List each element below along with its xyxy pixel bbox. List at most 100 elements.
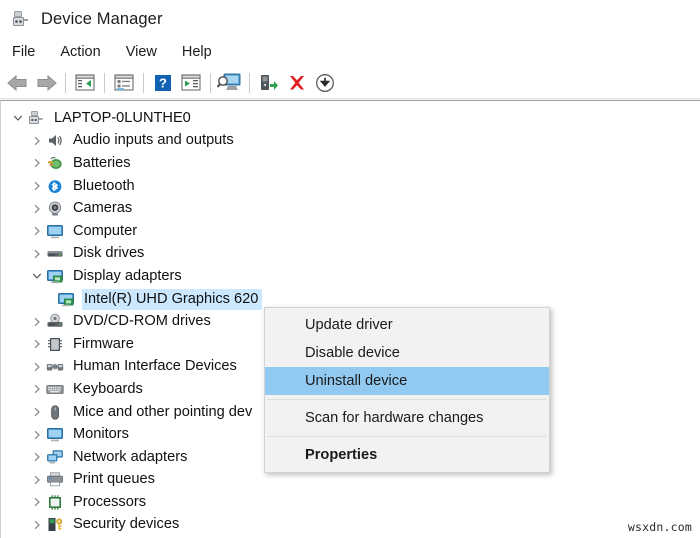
tree-item-label: Print queues: [71, 469, 159, 490]
tree-item-label: Firmware: [71, 334, 138, 355]
tree-item-label: Disk drives: [71, 243, 148, 264]
printer-icon: [45, 471, 65, 489]
tree-item-label: Mice and other pointing dev: [71, 402, 256, 423]
chevron-right-icon[interactable]: [28, 198, 45, 220]
tree-item-computer[interactable]: Computer: [1, 220, 700, 243]
scan-hardware-changes-icon[interactable]: [216, 69, 244, 97]
chevron-right-icon[interactable]: [28, 220, 45, 242]
camera-icon: [45, 200, 65, 218]
keyboard-icon: [45, 380, 65, 398]
chevron-down-icon[interactable]: [9, 107, 26, 129]
show-hide-action-pane-icon[interactable]: [177, 69, 205, 97]
menu-help[interactable]: Help: [182, 42, 224, 62]
ctx-properties[interactable]: Properties: [265, 441, 549, 469]
back-arrow-icon[interactable]: [4, 69, 32, 97]
security-device-icon: [45, 516, 65, 534]
tree-item-label: Computer: [71, 221, 141, 242]
menu-action[interactable]: Action: [60, 42, 112, 62]
device-context-menu[interactable]: Update driver Disable device Uninstall d…: [264, 307, 550, 473]
toolbar-separator: [210, 73, 211, 93]
show-hide-console-tree-icon[interactable]: [71, 69, 99, 97]
battery-icon: [45, 154, 65, 172]
tree-item-bluetooth[interactable]: Bluetooth: [1, 175, 700, 198]
chevron-right-icon[interactable]: [28, 424, 45, 446]
menu-file[interactable]: File: [12, 42, 47, 62]
window-title: Device Manager: [41, 10, 163, 29]
tree-item-label: Bluetooth: [71, 176, 139, 197]
update-driver-icon[interactable]: [255, 69, 283, 97]
chevron-right-icon[interactable]: [28, 356, 45, 378]
chevron-right-icon[interactable]: [28, 243, 45, 265]
chevron-right-icon[interactable]: [28, 401, 45, 423]
tree-item-cameras[interactable]: Cameras: [1, 197, 700, 220]
network-adapter-icon: [45, 448, 65, 466]
disk-drive-icon: [45, 245, 65, 263]
chevron-right-icon[interactable]: [28, 378, 45, 400]
chevron-right-icon[interactable]: [28, 491, 45, 513]
tree-item-security-devices[interactable]: Security devices: [1, 514, 700, 537]
tree-item-label: Cameras: [71, 198, 136, 219]
tree-item-label: Network adapters: [71, 447, 191, 468]
ctx-uninstall-device[interactable]: Uninstall device: [265, 367, 549, 395]
firmware-icon: [45, 335, 65, 353]
dvd-drive-icon: [45, 313, 65, 331]
tree-item-audio-inputs-and-outputs[interactable]: Audio inputs and outputs: [1, 130, 700, 153]
toolbar-separator: [104, 73, 105, 93]
computer-root-icon: [26, 109, 46, 127]
tree-item-disk-drives[interactable]: Disk drives: [1, 243, 700, 266]
monitor-icon: [45, 426, 65, 444]
device-manager-icon: [10, 8, 32, 30]
title-bar: Device Manager: [0, 0, 700, 38]
chevron-right-icon[interactable]: [28, 130, 45, 152]
tree-item-processors[interactable]: Processors: [1, 491, 700, 514]
context-menu-separator: [267, 399, 547, 400]
tree-item-label: Intel(R) UHD Graphics 620: [82, 289, 262, 310]
toolbar: ?: [0, 66, 700, 99]
properties-window-icon[interactable]: [110, 69, 138, 97]
help-question-icon[interactable]: ?: [149, 69, 177, 97]
toolbar-separator: [249, 73, 250, 93]
chevron-right-icon[interactable]: [28, 152, 45, 174]
tree-item-batteries[interactable]: Batteries: [1, 152, 700, 175]
bluetooth-icon: [45, 177, 65, 195]
chevron-right-icon[interactable]: [28, 469, 45, 491]
toolbar-separator: [143, 73, 144, 93]
chevron-right-icon[interactable]: [28, 446, 45, 468]
tree-item-label: Batteries: [71, 153, 135, 174]
tree-item-root[interactable]: LAPTOP-0LUNTHE0: [1, 107, 700, 130]
toolbar-separator: [65, 73, 66, 93]
menu-bar: File Action View Help: [0, 38, 700, 66]
forward-arrow-icon[interactable]: [32, 69, 60, 97]
display-adapter-icon: [45, 267, 65, 285]
chevron-down-icon[interactable]: [28, 265, 45, 287]
tree-item-label: Human Interface Devices: [71, 356, 241, 377]
tree-item-label: LAPTOP-0LUNTHE0: [52, 108, 195, 129]
tree-item-label: Keyboards: [71, 379, 147, 400]
ctx-update-driver[interactable]: Update driver: [265, 311, 549, 339]
tree-item-label: Display adapters: [71, 266, 186, 287]
tree-item-label: Audio inputs and outputs: [71, 130, 238, 151]
chevron-right-icon[interactable]: [28, 175, 45, 197]
processor-icon: [45, 493, 65, 511]
chevron-right-icon[interactable]: [28, 333, 45, 355]
watermark: wsxdn.com: [628, 520, 692, 534]
monitor-icon: [45, 222, 65, 240]
hid-icon: [45, 358, 65, 376]
disable-device-icon[interactable]: [311, 69, 339, 97]
tree-item-label: DVD/CD-ROM drives: [71, 311, 215, 332]
tree-item-label: Security devices: [71, 514, 183, 535]
ctx-disable-device[interactable]: Disable device: [265, 339, 549, 367]
mouse-icon: [45, 403, 65, 421]
chevron-right-icon[interactable]: [28, 311, 45, 333]
ctx-scan-hardware-changes[interactable]: Scan for hardware changes: [265, 404, 549, 432]
menu-view[interactable]: View: [126, 42, 169, 62]
speaker-icon: [45, 132, 65, 150]
chevron-right-icon[interactable]: [28, 514, 45, 536]
graphics-card-icon: [56, 290, 76, 308]
tree-item-label: Monitors: [71, 424, 133, 445]
svg-text:?: ?: [159, 75, 167, 90]
tree-item-label: Processors: [71, 492, 150, 513]
context-menu-separator: [267, 436, 547, 437]
tree-item-display-adapters[interactable]: Display adapters: [1, 265, 700, 288]
uninstall-device-icon[interactable]: [283, 69, 311, 97]
